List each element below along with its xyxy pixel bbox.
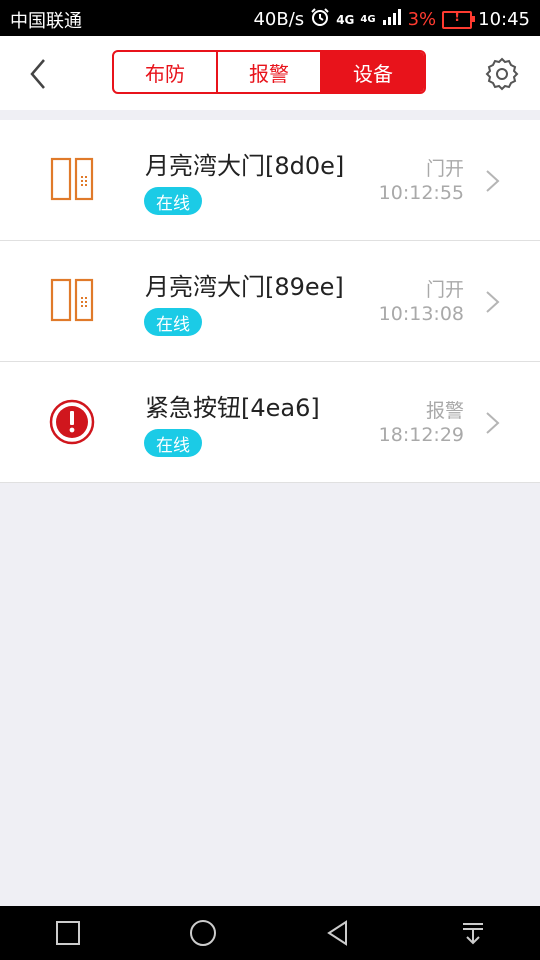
online-badge: 在线 (144, 187, 202, 215)
device-state: 门开 (425, 279, 464, 301)
back-nav-button[interactable] (318, 913, 358, 953)
alarm-clock-icon (310, 7, 330, 32)
emergency-button-icon (48, 398, 96, 446)
status-right: 40B/s 4G 4G 3% ! 10:45 (247, 7, 530, 32)
device-name: 月亮湾大门[89ee] (145, 273, 344, 301)
online-badge: 在线 (144, 429, 202, 457)
clock: 10:45 (478, 9, 530, 30)
segment-control: 布防 报警 设备 (112, 50, 426, 94)
device-name: 紧急按钮[4ea6] (145, 394, 320, 422)
back-button[interactable] (22, 56, 58, 92)
gear-icon (485, 57, 519, 91)
status-bar: 中国联通 40B/s 4G 4G 3% ! 10:45 (0, 0, 540, 36)
tab-arm[interactable]: 布防 (114, 52, 218, 92)
tab-alarm[interactable]: 报警 (218, 52, 322, 92)
system-nav-bar (0, 906, 540, 960)
settings-button[interactable] (484, 56, 520, 92)
pull-down-icon (462, 923, 483, 945)
battery-icon: ! (442, 10, 476, 29)
signal-icon (382, 8, 402, 31)
network-speed: 40B/s (253, 9, 305, 30)
device-row[interactable]: 紧急按钮[4ea6] 在线 报警 18:12:29 (0, 362, 540, 483)
notification-pull-button[interactable] (453, 913, 493, 953)
online-badge: 在线 (144, 308, 202, 336)
battery-percent: 3% (407, 9, 437, 30)
chevron-right-icon (486, 412, 500, 434)
device-list: 月亮湾大门[8d0e] 在线 门开 10:12:55 月亮湾大门[89ee] 在… (0, 120, 540, 483)
device-row[interactable]: 月亮湾大门[8d0e] 在线 门开 10:12:55 (0, 120, 540, 241)
chevron-left-icon (30, 59, 45, 89)
recents-button[interactable] (48, 913, 88, 953)
home-button[interactable] (183, 913, 223, 953)
chevron-right-icon (486, 291, 500, 313)
circle-icon (189, 920, 216, 946)
network-type-2: 4G (360, 14, 376, 25)
chevron-right-icon (486, 170, 500, 192)
device-row[interactable]: 月亮湾大门[89ee] 在线 门开 10:13:08 (0, 241, 540, 362)
door-sensor-icon (48, 277, 96, 325)
square-icon (55, 921, 80, 945)
device-state: 门开 (425, 158, 464, 180)
device-time: 18:12:29 (378, 424, 464, 446)
door-sensor-icon (48, 156, 96, 204)
carrier-label: 中国联通 (10, 11, 82, 32)
device-time: 10:12:55 (378, 182, 464, 204)
tab-devices[interactable]: 设备 (322, 52, 424, 92)
device-state: 报警 (425, 400, 464, 422)
network-type-1: 4G (336, 12, 355, 27)
header: 布防 报警 设备 (0, 36, 540, 110)
device-name: 月亮湾大门[8d0e] (145, 152, 345, 180)
triangle-back-icon (326, 920, 347, 946)
device-time: 10:13:08 (378, 303, 464, 325)
